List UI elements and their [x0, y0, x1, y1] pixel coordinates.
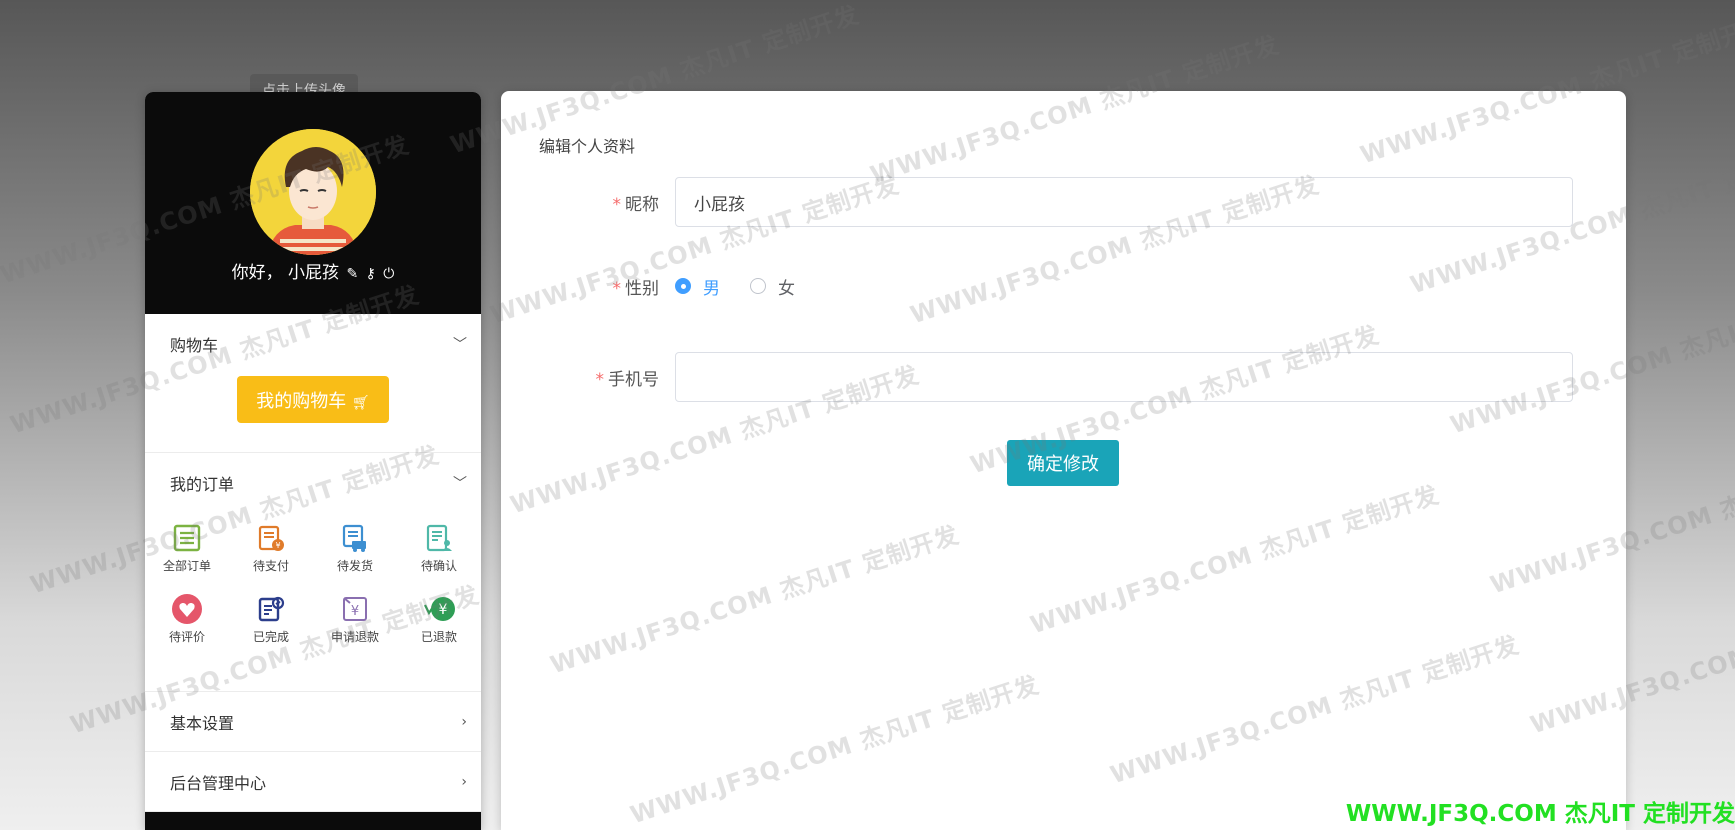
edit-icon[interactable]: ✎ — [346, 266, 358, 282]
required-mark: * — [612, 194, 622, 215]
sidebar-footer-bar — [145, 812, 481, 830]
phone-row: * 手机号 — [501, 352, 1626, 402]
phone-input[interactable] — [675, 352, 1573, 402]
greeting: 你好， 小屁孩 ✎ ⚷ ⏻ — [145, 258, 481, 283]
refunded-icon: ¥ — [422, 592, 456, 626]
nickname-input[interactable] — [675, 177, 1573, 227]
order-status-grid: 全部订单 ¥ 待支付 待发货 待确认 待评价 已完成 ¥ 申请退款 ¥ 已退款 — [145, 521, 481, 645]
corner-watermark: WWW.JF3Q.COM 杰凡IT 定制开发 — [1345, 801, 1735, 827]
pending-shipment-icon — [338, 521, 372, 555]
menu-admin-center[interactable]: 后台管理中心 › — [145, 752, 481, 812]
orders-section-title: 我的订单 — [170, 475, 235, 494]
required-mark: * — [612, 278, 622, 299]
svg-text:¥: ¥ — [439, 602, 448, 618]
chevron-down-icon: ﹀ — [453, 337, 467, 353]
gender-female-radio[interactable]: 女 — [750, 274, 795, 299]
gender-male-label: 男 — [703, 278, 720, 299]
user-sidebar: 你好， 小屁孩 ✎ ⚷ ⏻ 购物车 ﹀ 我的购物车 🛒︎ 我的订单 ﹀ 全部订单 — [145, 92, 481, 830]
power-icon[interactable]: ⏻ — [383, 266, 394, 282]
order-status-all[interactable]: 全部订单 — [145, 521, 229, 574]
cart-section-header[interactable]: 购物车 ﹀ — [145, 314, 481, 374]
menu-basic-settings-label: 基本设置 — [170, 713, 235, 733]
menu-admin-center-label: 后台管理中心 — [170, 773, 267, 793]
nickname-label-text: 昵称 — [625, 194, 659, 215]
order-status-refunded[interactable]: ¥ 已退款 — [397, 592, 481, 645]
radio-unchecked-icon — [750, 278, 766, 294]
completed-icon — [254, 592, 288, 626]
order-status-label: 申请退款 — [330, 630, 379, 644]
required-mark: * — [595, 369, 605, 390]
all-orders-icon — [170, 521, 204, 555]
gender-radio-group: 男 女 — [675, 274, 825, 299]
chevron-right-icon: › — [461, 773, 467, 790]
refund-request-icon: ¥ — [338, 592, 372, 626]
order-status-label: 待支付 — [252, 559, 289, 573]
gender-label: * 性别 — [501, 274, 675, 299]
order-status-pending-review[interactable]: 待评价 — [145, 592, 229, 645]
svg-text:¥: ¥ — [275, 541, 280, 550]
order-status-pending-confirm[interactable]: 待确认 — [397, 521, 481, 574]
order-status-label: 全部订单 — [162, 559, 211, 573]
order-status-label: 已退款 — [420, 630, 457, 644]
confirm-edit-button[interactable]: 确定修改 — [1007, 440, 1119, 486]
cart-icon: 🛒︎ — [351, 394, 370, 411]
gender-label-text: 性别 — [625, 278, 659, 299]
order-status-pending-shipment[interactable]: 待发货 — [313, 521, 397, 574]
greeting-text: 你好， 小屁孩 — [231, 263, 340, 283]
order-status-label: 待发货 — [336, 559, 373, 573]
orders-section: 我的订单 ﹀ 全部订单 ¥ 待支付 待发货 待确认 待评价 已完成 ¥ 申请退款… — [145, 453, 481, 692]
my-cart-label: 我的购物车 — [256, 390, 347, 412]
gender-female-label: 女 — [778, 278, 795, 299]
nickname-label: * 昵称 — [501, 190, 675, 215]
order-status-completed[interactable]: 已完成 — [229, 592, 313, 645]
pending-review-icon — [170, 592, 204, 626]
edit-profile-panel: 编辑个人资料 *昵称 *性别 男 女 *手机号 确定修改 — [501, 91, 1626, 830]
gender-male-radio[interactable]: 男 — [675, 274, 720, 299]
chevron-right-icon: › — [461, 713, 467, 730]
panel-title: 编辑个人资料 — [539, 137, 636, 156]
order-status-pending-payment[interactable]: ¥ 待支付 — [229, 521, 313, 574]
cart-section-title: 购物车 — [170, 336, 219, 355]
phone-label-text: 手机号 — [608, 369, 659, 390]
nickname-row: * 昵称 — [501, 177, 1626, 227]
order-status-refund-request[interactable]: ¥ 申请退款 — [313, 592, 397, 645]
order-status-label: 待评价 — [168, 630, 205, 644]
chevron-down-icon: ﹀ — [453, 476, 467, 492]
avatar[interactable] — [250, 129, 376, 255]
pending-payment-icon: ¥ — [254, 521, 288, 555]
key-icon[interactable]: ⚷ — [366, 266, 376, 282]
gender-row: * 性别 男 女 — [501, 266, 1626, 306]
phone-label: * 手机号 — [501, 365, 675, 390]
pending-confirm-icon — [422, 521, 456, 555]
avatar-illustration — [250, 129, 376, 255]
order-status-label: 已完成 — [252, 630, 289, 644]
profile-header: 你好， 小屁孩 ✎ ⚷ ⏻ — [145, 92, 481, 314]
menu-basic-settings[interactable]: 基本设置 › — [145, 692, 481, 752]
radio-checked-icon — [675, 278, 691, 294]
order-status-label: 待确认 — [420, 559, 457, 573]
orders-section-header[interactable]: 我的订单 ﹀ — [145, 453, 481, 513]
svg-text:¥: ¥ — [351, 604, 359, 619]
cart-section: 购物车 ﹀ 我的购物车 🛒︎ — [145, 314, 481, 453]
my-cart-button[interactable]: 我的购物车 🛒︎ — [237, 376, 389, 423]
